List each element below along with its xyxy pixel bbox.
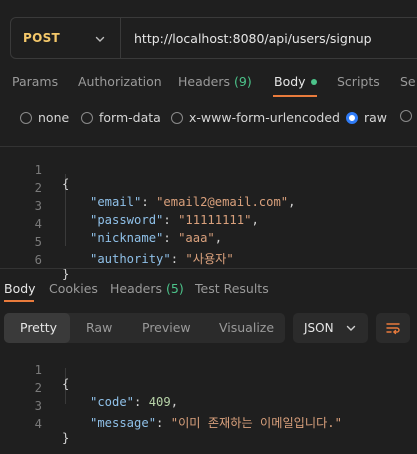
tab-body-label: Body — [274, 74, 306, 89]
format-select[interactable]: JSON — [293, 313, 368, 343]
tab-response-headers-label: Headers — [110, 281, 163, 296]
code-line: 4 } — [0, 403, 417, 445]
tab-response-body[interactable]: Body — [4, 281, 36, 296]
tab-test-results[interactable]: Test Results — [195, 281, 269, 296]
tab-params[interactable]: Params — [12, 74, 58, 89]
close-brace: } — [62, 431, 70, 445]
radio-circle-icon — [400, 110, 412, 122]
code-line: 6 } — [0, 239, 417, 281]
tab-response-headers[interactable]: Headers (5) — [110, 281, 184, 296]
headers-count: (9) — [234, 74, 252, 89]
active-tab-indicator — [273, 95, 317, 97]
line-number: 4 — [34, 417, 42, 431]
method-select[interactable]: POST — [11, 18, 121, 58]
active-response-tab-indicator — [4, 300, 34, 302]
view-pretty[interactable]: Pretty — [20, 320, 57, 335]
view-visualize[interactable]: Visualize — [219, 320, 274, 335]
view-preview[interactable]: Preview — [142, 320, 191, 335]
radio-form-data-label: form-data — [99, 110, 161, 125]
radio-raw[interactable]: raw — [346, 110, 387, 125]
response-tabs: Body Cookies Headers (5) Test Results — [0, 279, 417, 303]
code-line: 4 "nickname": "aaa", — [0, 203, 417, 245]
view-raw[interactable]: Raw — [86, 320, 112, 335]
radio-raw-label: raw — [364, 110, 388, 125]
radio-circle-icon — [171, 111, 183, 124]
code-line: 2 "email": "email2@email.com", — [0, 167, 417, 209]
radio-none[interactable]: none — [20, 110, 69, 125]
chevron-down-icon — [346, 325, 356, 331]
radio-form-data[interactable]: form-data — [81, 110, 161, 125]
radio-binary[interactable] — [400, 110, 417, 122]
body-type-group: none form-data x-www-form-urlencoded raw — [0, 106, 417, 130]
tab-headers[interactable]: Headers (9) — [178, 74, 252, 89]
code-line: 3 "password": "11111111", — [0, 185, 417, 227]
code-line: 1 { — [0, 149, 417, 191]
modified-dot-icon — [310, 78, 317, 85]
format-label: JSON — [304, 321, 334, 335]
code-line: 3 "message": "이미 존재하는 이메일입니다." — [0, 385, 417, 430]
radio-urlencoded-label: x-www-form-urlencoded — [189, 110, 340, 125]
text-wrap-icon — [386, 323, 400, 335]
response-body-viewer[interactable]: 1 { 2 "code": 409, 3 "message": "이미 존재하는… — [0, 348, 417, 445]
method-label: POST — [23, 31, 61, 45]
view-mode-segmented-control: Pretty Raw Preview Visualize — [4, 313, 285, 343]
tab-scripts[interactable]: Scripts — [337, 74, 380, 89]
radio-urlencoded[interactable]: x-www-form-urlencoded — [171, 110, 340, 125]
radio-selected-icon — [346, 111, 358, 124]
url-input[interactable]: http://localhost:8080/api/users/signup — [121, 31, 372, 46]
request-url-bar: POST http://localhost:8080/api/users/sig… — [10, 17, 417, 59]
request-body-editor[interactable]: 1 { 2 "email": "email2@email.com", 3 "pa… — [0, 146, 417, 281]
request-tabs: Params Authorization Headers (9) Body Sc… — [0, 70, 417, 98]
line-number: 6 — [34, 253, 42, 267]
code-line: 1 { — [0, 349, 417, 391]
tab-cookies[interactable]: Cookies — [49, 281, 98, 296]
code-line: 5 "authority": "사용자" — [0, 221, 417, 266]
chevron-down-icon — [95, 36, 105, 42]
radio-circle-icon — [20, 111, 32, 124]
tab-settings[interactable]: Se — [400, 74, 416, 89]
radio-circle-icon — [81, 111, 93, 124]
wrap-lines-button[interactable] — [376, 313, 410, 343]
code-line: 2 "code": 409, — [0, 367, 417, 409]
section-divider — [0, 268, 417, 269]
tab-authorization[interactable]: Authorization — [78, 74, 162, 89]
radio-none-label: none — [38, 110, 70, 125]
tab-headers-label: Headers — [178, 74, 231, 89]
response-headers-count: (5) — [166, 281, 184, 296]
tab-body[interactable]: Body — [274, 74, 317, 89]
